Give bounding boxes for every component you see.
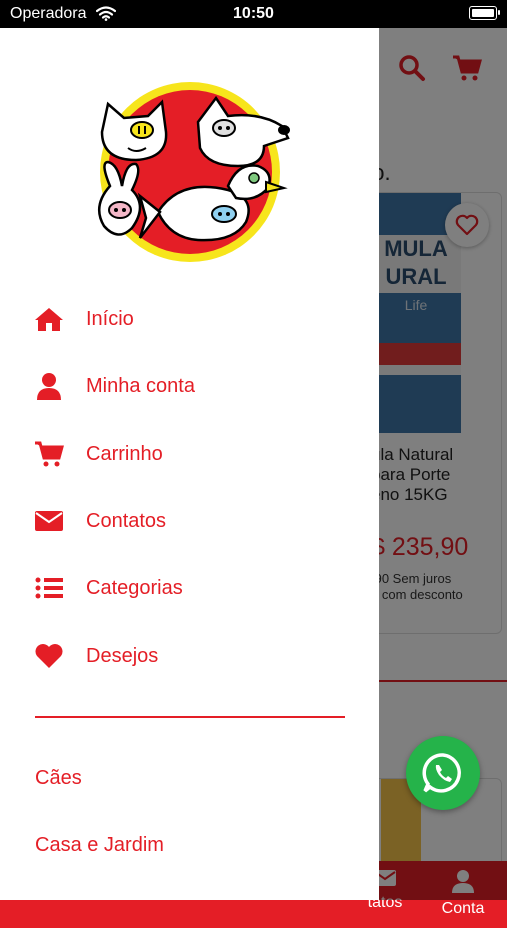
menu-item-label: Minha conta [86,374,195,397]
user-icon [34,372,64,400]
whatsapp-button[interactable] [406,736,480,810]
nav-account-label: Conta [441,900,485,917]
battery-icon [469,6,500,20]
envelope-icon [34,507,64,535]
menu-item-desejos[interactable]: Desejos [34,639,158,673]
category-casa-e-jardim[interactable]: Casa e Jardim [35,834,164,857]
menu-item-label: Contatos [86,509,167,532]
menu-item-label: Início [86,307,134,330]
status-bar: Operadora 10:50 [0,0,507,28]
menu-item-label: Carrinho [86,442,163,465]
navigation-drawer: Início Minha conta Carrinho Contatos Cat… [0,28,379,900]
category-caes[interactable]: Cães [35,767,82,790]
whatsapp-icon [422,753,461,793]
heart-icon [34,642,64,670]
menu-item-inicio[interactable]: Início [34,302,134,336]
list-icon [34,574,64,602]
cart-icon [34,440,64,468]
clock: 10:50 [233,5,274,22]
menu-divider [35,716,345,718]
menu-item-categorias[interactable]: Categorias [34,571,183,605]
menu-item-contatos[interactable]: Contatos [34,504,166,538]
menu-item-carrinho[interactable]: Carrinho [34,437,163,471]
store-logo [88,82,292,262]
menu-item-label: Desejos [86,644,159,667]
menu-item-label: Categorias [86,576,183,599]
home-icon [34,305,64,333]
menu-item-minha-conta[interactable]: Minha conta [34,369,195,403]
